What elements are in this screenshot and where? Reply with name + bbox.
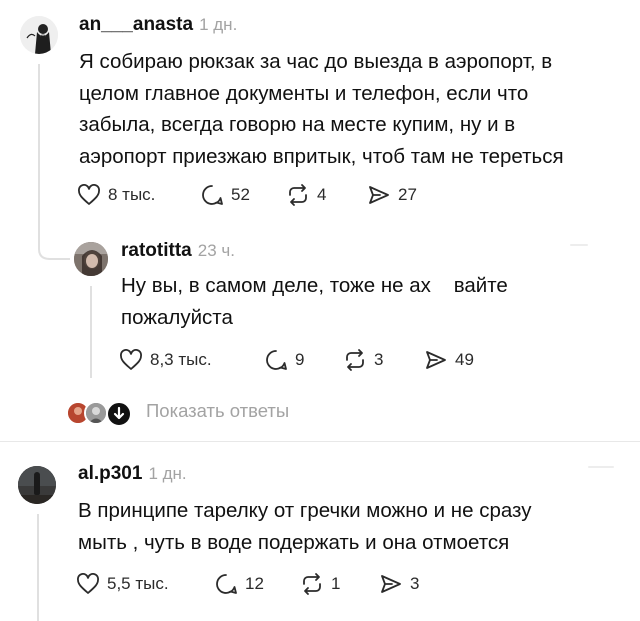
reply-actions: 8,3 тыс. 9 3 49 (119, 348, 474, 372)
avatar-image (18, 466, 56, 504)
repost-icon (346, 349, 364, 371)
like-count: 8,3 тыс. (150, 350, 212, 369)
heart-icon (78, 184, 100, 205)
comment-actions: 8 тыс. 52 4 27 (77, 183, 417, 207)
avatar[interactable] (18, 466, 56, 504)
reply-button[interactable]: 12 (214, 572, 300, 596)
share-count: 3 (410, 574, 420, 593)
comment-text: В принципе тарелку от гречки можно и не … (78, 499, 532, 554)
show-replies-button[interactable]: Показать ответы (66, 398, 290, 427)
like-button[interactable]: 8,3 тыс. (119, 349, 264, 371)
username[interactable]: ratotitta (121, 240, 192, 261)
repost-count: 1 (331, 574, 341, 593)
share-button[interactable]: 3 (379, 572, 419, 596)
faint-mark (588, 466, 614, 468)
comment-actions: 5,5 тыс. 12 1 3 (76, 572, 419, 596)
reply-count: 52 (231, 185, 250, 204)
heart-icon (120, 349, 142, 370)
avatar[interactable] (20, 16, 58, 54)
username[interactable]: an___anasta (79, 14, 193, 35)
share-count: 27 (398, 185, 417, 204)
faint-mark (570, 244, 588, 246)
speech-bubble-icon (202, 185, 223, 205)
repost-count: 4 (317, 185, 327, 204)
reply-text: Ну вы, в самом деле, тоже не ах вайте по… (121, 274, 508, 329)
timestamp: 1 дн. (148, 464, 187, 483)
thread-line (90, 286, 92, 378)
thread-curve (38, 243, 70, 260)
timestamp: 1 дн. (199, 15, 238, 34)
avatar[interactable] (74, 242, 108, 276)
like-count: 8 тыс. (108, 185, 156, 204)
repost-icon (303, 573, 321, 595)
avatar-image (74, 242, 108, 276)
share-count: 49 (455, 350, 474, 369)
chevron-down-icon (106, 401, 132, 427)
share-button[interactable]: 27 (367, 183, 417, 207)
like-button[interactable]: 8 тыс. (77, 184, 200, 206)
like-button[interactable]: 5,5 тыс. (76, 573, 214, 595)
thread-line (38, 64, 40, 244)
comment-divider (0, 441, 640, 442)
avatar-image (20, 16, 58, 54)
thread-line (37, 514, 39, 621)
repost-button[interactable]: 3 (343, 348, 424, 372)
timestamp: 23 ч. (197, 241, 235, 260)
send-icon (369, 186, 389, 204)
share-button[interactable]: 49 (424, 348, 474, 372)
speech-bubble-icon (266, 350, 287, 370)
reply-header: ratotitta 23 ч. (121, 240, 235, 262)
mini-avatar (84, 401, 108, 425)
repost-icon (289, 184, 307, 206)
speech-bubble-icon (216, 574, 237, 594)
repost-button[interactable]: 1 (300, 572, 379, 596)
reply-button[interactable]: 52 (200, 183, 286, 207)
comment-header: an___anasta 1 дн. (79, 14, 237, 36)
comment-text: Я собираю рюкзак за час до выезда в аэро… (79, 50, 564, 168)
send-icon (426, 351, 446, 369)
send-icon (381, 575, 401, 593)
username[interactable]: al.p301 (78, 463, 142, 484)
show-replies-label: Показать ответы (146, 400, 290, 421)
like-count: 5,5 тыс. (107, 574, 169, 593)
comment-header: al.p301 1 дн. (78, 463, 187, 485)
reply-count: 12 (245, 574, 264, 593)
heart-icon (77, 573, 99, 594)
reply-button[interactable]: 9 (264, 348, 343, 372)
repost-button[interactable]: 4 (286, 183, 367, 207)
reply-avatars (66, 398, 132, 427)
reply-count: 9 (295, 350, 305, 369)
repost-count: 3 (374, 350, 384, 369)
